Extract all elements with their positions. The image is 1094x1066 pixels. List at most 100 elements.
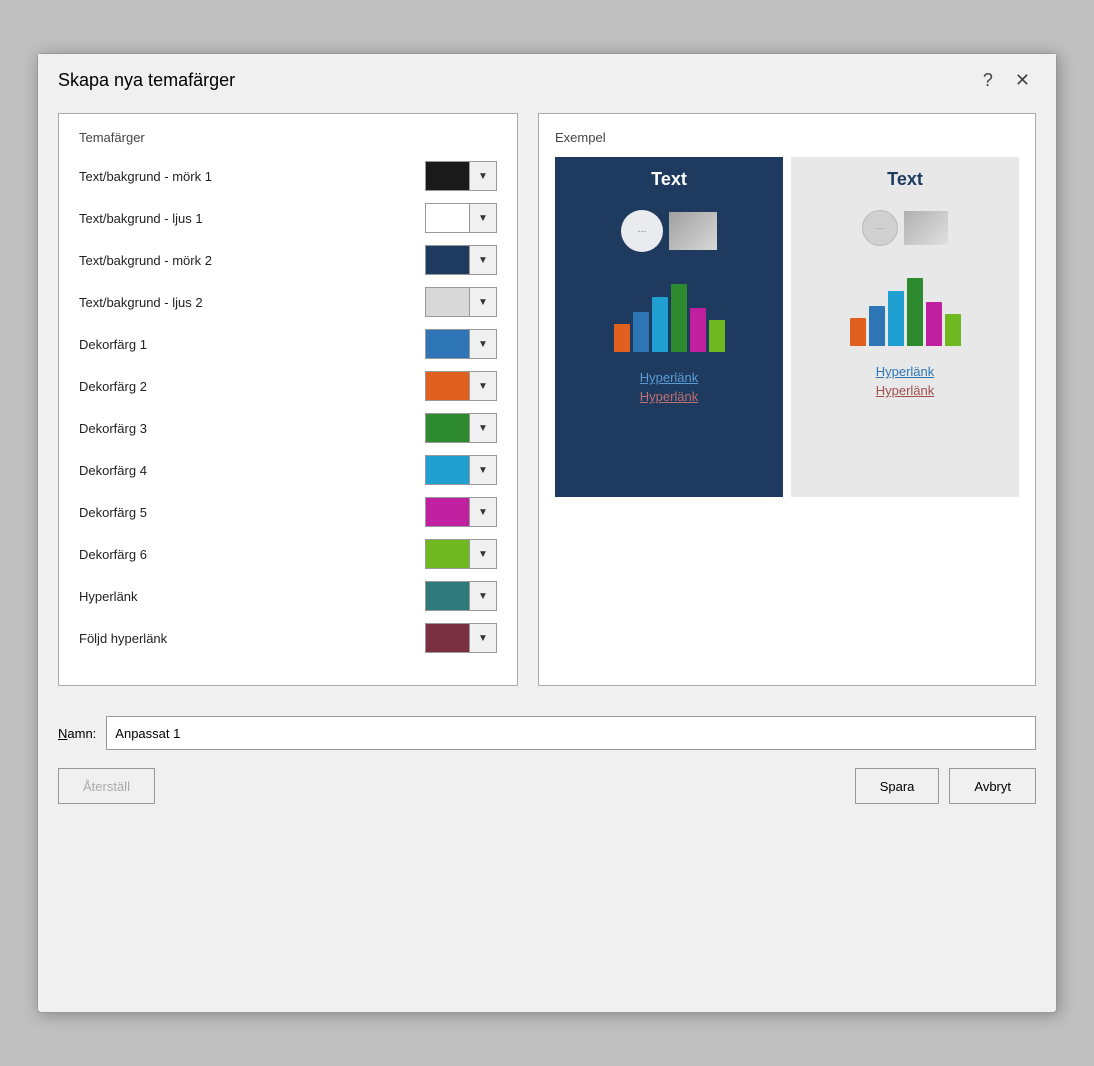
preview-light-text: Text [887, 169, 923, 190]
dark-hyperlink-visited: Hyperlänk [640, 389, 699, 404]
theme-colors-panel: Temafärger Text/bakgrund - mörk 1▼Text/b… [58, 113, 518, 686]
color-row-accent1: Dekorfärg 1 ▼ [79, 329, 497, 359]
color-label-hyperlink: Hyperlänk [79, 589, 425, 604]
color-row-accent2: Dekorfärg 2 ▼ [79, 371, 497, 401]
color-row-accent5: Dekorfärg 5 ▼ [79, 497, 497, 527]
color-dropdown-arrow-accent3: ▼ [470, 414, 496, 442]
color-swatch-accent5 [426, 498, 470, 526]
dialog-body: Temafärger Text/bakgrund - mörk 1▼Text/b… [38, 103, 1056, 706]
color-row-accent6: Dekorfärg 6 ▼ [79, 539, 497, 569]
color-swatch-text-bg-dark1 [426, 162, 470, 190]
dark-preview: Text ··· Hyperlänk Hyperlänk [555, 157, 783, 497]
color-picker-text-bg-dark1[interactable]: ▼ [425, 161, 497, 191]
color-picker-accent3[interactable]: ▼ [425, 413, 497, 443]
chart-bar [633, 312, 649, 352]
name-row: Namn: [58, 716, 1036, 750]
color-swatch-accent6 [426, 540, 470, 568]
help-button[interactable]: ? [977, 68, 999, 93]
color-row-text-bg-dark1: Text/bakgrund - mörk 1 ▼ [79, 161, 497, 191]
reset-button[interactable]: Återställ [58, 768, 155, 804]
color-dropdown-arrow-text-bg-light1: ▼ [470, 204, 496, 232]
color-swatch-accent1 [426, 330, 470, 358]
chart-bar [690, 308, 706, 352]
color-picker-accent5[interactable]: ▼ [425, 497, 497, 527]
chart-bar [869, 306, 885, 346]
color-label-text-bg-light1: Text/bakgrund - ljus 1 [79, 211, 425, 226]
color-row-hyperlink: Hyperlänk▼ [79, 581, 497, 611]
color-row-accent4: Dekorfärg 4▼ [79, 455, 497, 485]
chart-bar [888, 291, 904, 346]
color-picker-followed-hyperlink[interactable]: ▼ [425, 623, 497, 653]
chart-bar [652, 297, 668, 352]
left-panel-title: Temafärger [79, 130, 497, 145]
color-label-text-bg-dark2: Text/bakgrund - mörk 2 [79, 253, 425, 268]
button-row: Återställ Spara Avbryt [58, 768, 1036, 804]
color-label-text-bg-dark1: Text/bakgrund - mörk 1 [79, 169, 425, 184]
color-label-followed-hyperlink: Följd hyperlänk [79, 631, 425, 646]
example-title: Exempel [555, 130, 1019, 145]
chart-bar [850, 318, 866, 346]
chart-bar [926, 302, 942, 346]
color-dropdown-arrow-followed-hyperlink: ▼ [470, 624, 496, 652]
dark-links: Hyperlänk Hyperlänk [640, 370, 699, 404]
close-button[interactable]: ✕ [1009, 68, 1036, 93]
light-circle-dots: ··· [863, 211, 897, 245]
color-dropdown-arrow-text-bg-dark1: ▼ [470, 162, 496, 190]
color-picker-hyperlink[interactable]: ▼ [425, 581, 497, 611]
color-row-text-bg-light2: Text/bakgrund - ljus 2 ▼ [79, 287, 497, 317]
color-dropdown-arrow-accent6: ▼ [470, 540, 496, 568]
name-label: Namn: [58, 726, 96, 741]
color-swatch-text-bg-light2 [426, 288, 470, 316]
color-label-accent1: Dekorfärg 1 [79, 337, 425, 352]
light-rect [904, 211, 948, 245]
dark-circle-dots: ··· [621, 210, 663, 252]
color-picker-accent1[interactable]: ▼ [425, 329, 497, 359]
dark-hyperlink: Hyperlänk [640, 370, 699, 385]
color-dropdown-arrow-accent2: ▼ [470, 372, 496, 400]
color-dropdown-arrow-accent1: ▼ [470, 330, 496, 358]
color-swatch-accent3 [426, 414, 470, 442]
dark-rect [669, 212, 717, 250]
light-preview: Text ··· Hyperlänk Hyperlänk [791, 157, 1019, 497]
chart-bar [945, 314, 961, 346]
color-picker-accent4[interactable]: ▼ [425, 455, 497, 485]
color-label-accent6: Dekorfärg 6 [79, 547, 425, 562]
example-previews: Text ··· Hyperlänk Hyperlänk Te [555, 157, 1019, 497]
chart-bar [614, 324, 630, 352]
color-swatch-text-bg-light1 [426, 204, 470, 232]
color-label-text-bg-light2: Text/bakgrund - ljus 2 [79, 295, 425, 310]
chart-bar [907, 278, 923, 346]
color-row-text-bg-dark2: Text/bakgrund - mörk 2 ▼ [79, 245, 497, 275]
color-swatch-hyperlink [426, 582, 470, 610]
titlebar-buttons: ? ✕ [977, 68, 1036, 93]
color-dropdown-arrow-text-bg-light2: ▼ [470, 288, 496, 316]
chart-bar [671, 284, 687, 352]
dialog-bottom: Namn: Återställ Spara Avbryt [38, 706, 1056, 824]
color-dropdown-arrow-accent5: ▼ [470, 498, 496, 526]
dark-shapes: ··· [621, 210, 717, 252]
color-picker-accent2[interactable]: ▼ [425, 371, 497, 401]
color-picker-text-bg-dark2[interactable]: ▼ [425, 245, 497, 275]
save-button[interactable]: Spara [855, 768, 940, 804]
color-row-text-bg-light1: Text/bakgrund - ljus 1 ▼ [79, 203, 497, 233]
chart-bar [709, 320, 725, 352]
name-input[interactable] [106, 716, 1036, 750]
color-dropdown-arrow-text-bg-dark2: ▼ [470, 246, 496, 274]
example-panel: Exempel Text ··· Hyperlänk Hyperlänk [538, 113, 1036, 686]
cancel-button[interactable]: Avbryt [949, 768, 1036, 804]
light-shapes: ··· [862, 210, 948, 246]
light-hyperlink-visited: Hyperlänk [876, 383, 935, 398]
confirm-buttons: Spara Avbryt [855, 768, 1036, 804]
color-label-accent2: Dekorfärg 2 [79, 379, 425, 394]
light-chart [850, 266, 961, 346]
color-picker-text-bg-light1[interactable]: ▼ [425, 203, 497, 233]
color-swatch-accent2 [426, 372, 470, 400]
color-label-accent5: Dekorfärg 5 [79, 505, 425, 520]
preview-dark-text: Text [651, 169, 687, 190]
dark-circle: ··· [621, 210, 663, 252]
color-picker-text-bg-light2[interactable]: ▼ [425, 287, 497, 317]
create-theme-colors-dialog: Skapa nya temafärger ? ✕ Temafärger Text… [37, 53, 1057, 1013]
color-picker-accent6[interactable]: ▼ [425, 539, 497, 569]
titlebar: Skapa nya temafärger ? ✕ [38, 54, 1056, 103]
dialog-title: Skapa nya temafärger [58, 70, 235, 91]
